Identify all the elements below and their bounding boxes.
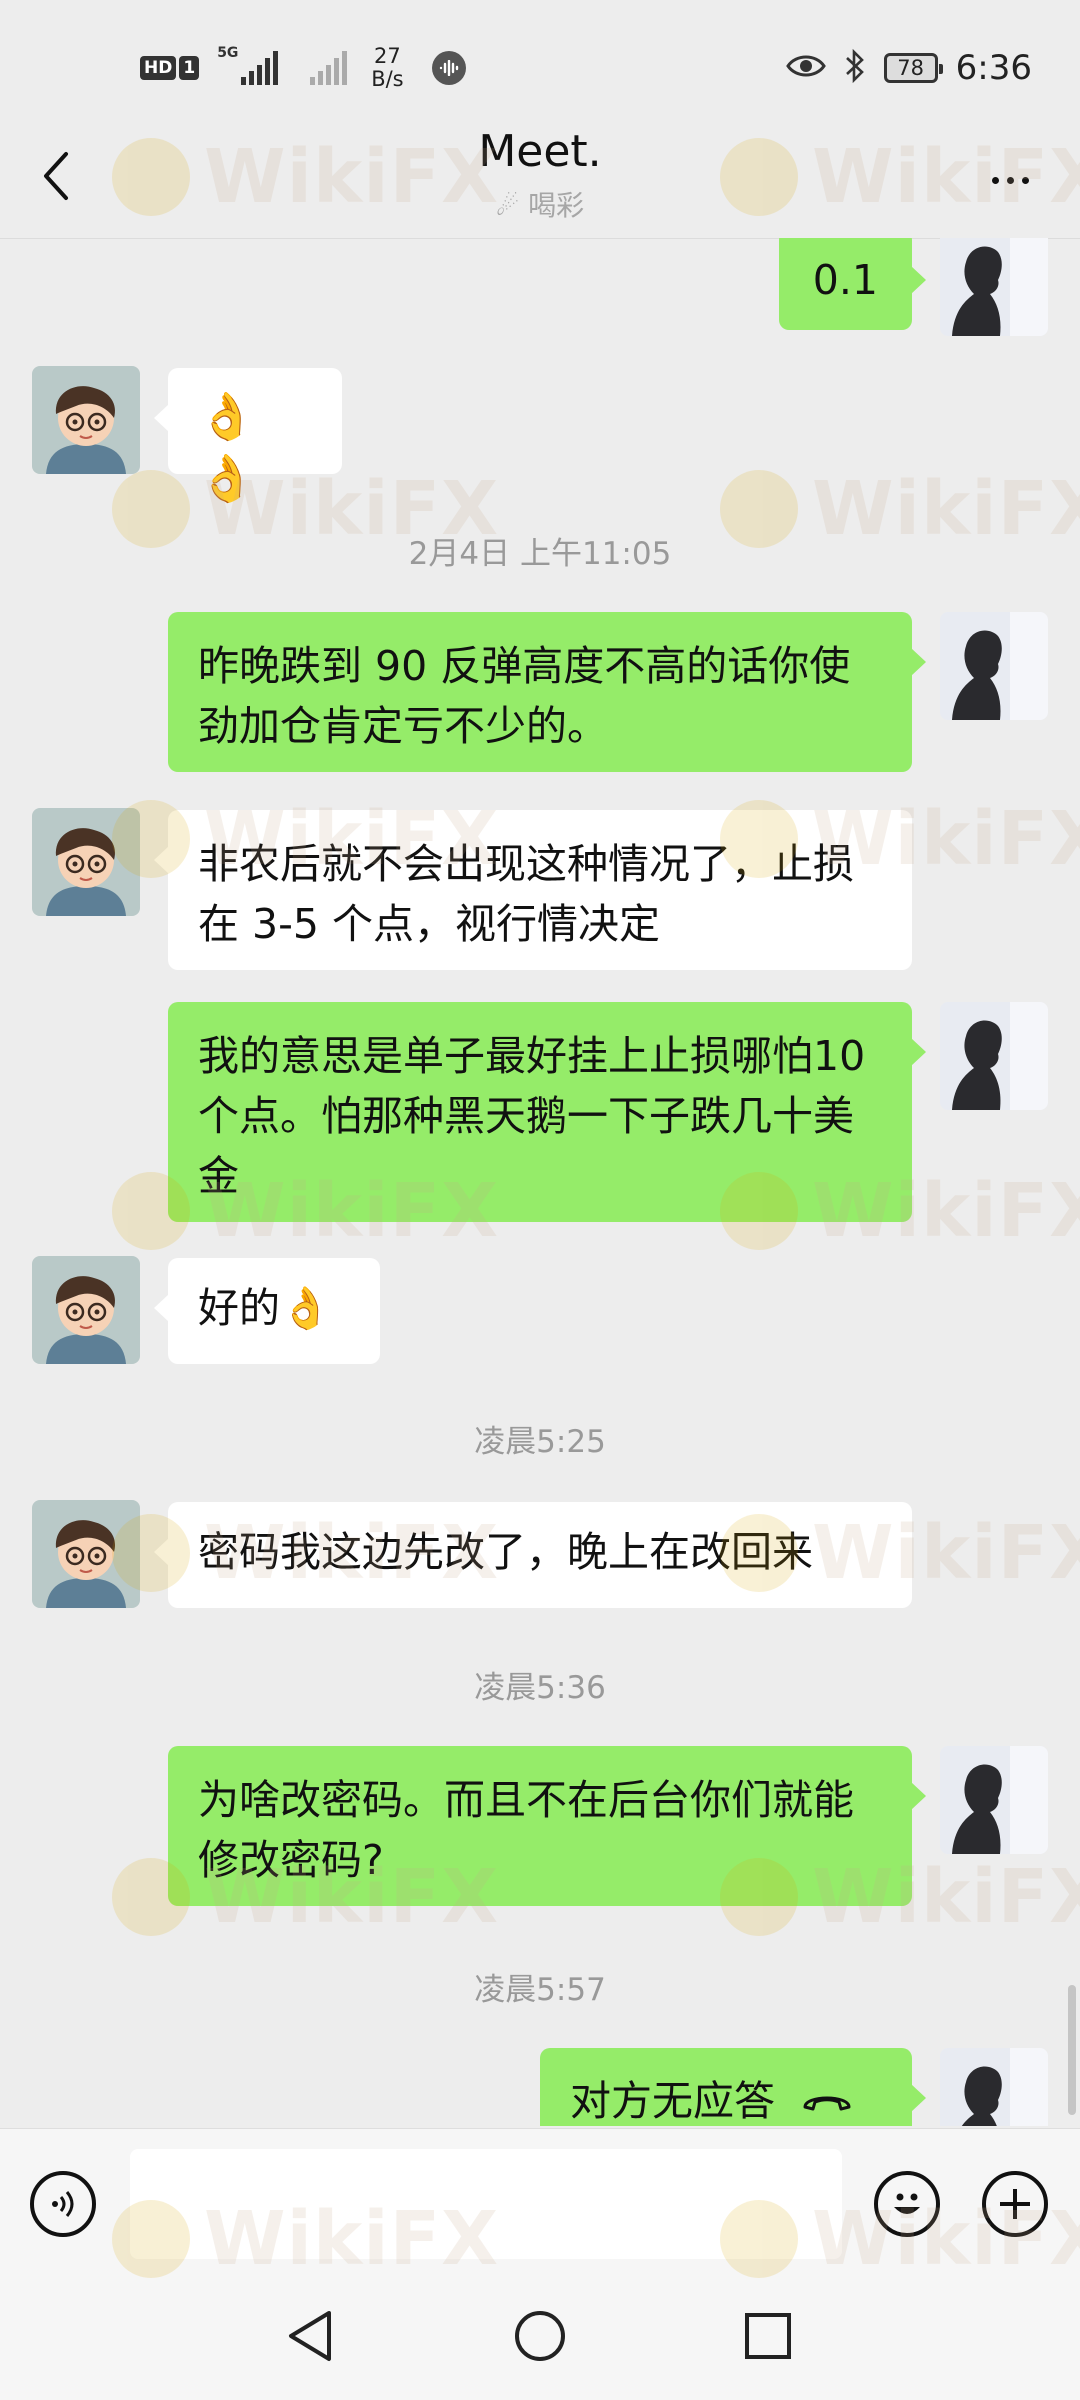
more-dots-icon	[991, 176, 999, 184]
received-message[interactable]: 👌👌	[154, 368, 342, 505]
avatar-contact[interactable]	[32, 1256, 140, 1364]
sent-message[interactable]: 为啥改密码。而且不在后台你们就能修改密码?	[168, 1746, 926, 1906]
avatar-contact[interactable]	[32, 808, 140, 916]
nav-recent-icon	[745, 2313, 791, 2359]
nav-back-icon	[289, 2311, 331, 2361]
avatar-self[interactable]	[940, 612, 1048, 720]
network-speed: 27 B/s	[371, 45, 403, 91]
status-bar: HD 1 5G 27 B/s 78 6:36	[0, 0, 1080, 120]
timestamp: 凌晨5:57	[474, 1972, 606, 2008]
nav-recent-button[interactable]	[738, 2306, 798, 2366]
more-button[interactable]	[980, 160, 1040, 200]
nav-home-button[interactable]	[510, 2306, 570, 2366]
plus-icon	[1000, 2189, 1030, 2219]
chat-title: Meet.	[478, 126, 602, 177]
scrollbar[interactable]	[1068, 1985, 1076, 2115]
soundwave-icon	[431, 51, 466, 85]
eye-icon	[785, 53, 826, 83]
sent-message[interactable]: 昨晚跌到 90 反弹高度不高的话你使劲加仓肯定亏不少的。	[168, 612, 926, 772]
bluetooth-icon	[844, 48, 866, 88]
message-text: 我的意思是单子最好挂上止损哪怕10 个点。怕那种黑天鹅一下子跌几十美金	[198, 1032, 866, 1200]
message-row: 对方无应答	[0, 2048, 1080, 2126]
battery-level: 78	[897, 56, 924, 80]
network-type-label: 5G	[217, 45, 239, 61]
call-message[interactable]: 对方无应答	[540, 2048, 926, 2126]
received-message[interactable]: 密码我这边先改了，晚上在改回来	[154, 1502, 912, 1608]
battery-icon: 78	[883, 53, 943, 83]
message-row: 0.1	[0, 238, 1080, 350]
message-row: 👌👌	[0, 366, 1080, 505]
message-text: 密码我这边先改了，晚上在改回来	[198, 1528, 813, 1576]
chat-screen: HD 1 5G 27 B/s 78 6:36 Meet. ☄ 喝彩 0.1 👌👌…	[0, 0, 1080, 2400]
timestamp: 凌晨5:25	[474, 1424, 606, 1460]
subtitle-icon: ☄	[495, 192, 520, 222]
avatar-contact[interactable]	[32, 1500, 140, 1608]
timestamp: 凌晨5:36	[474, 1670, 606, 1706]
voice-icon	[52, 2191, 74, 2217]
sent-message[interactable]: 我的意思是单子最好挂上止损哪怕10 个点。怕那种黑天鹅一下子跌几十美金	[168, 1002, 926, 1222]
nav-home-icon	[515, 2311, 565, 2361]
emoji-button[interactable]	[874, 2171, 940, 2237]
system-nav-bar	[0, 2276, 1080, 2400]
message-text: 👌👌	[198, 389, 256, 505]
nav-back-button[interactable]	[280, 2306, 340, 2366]
message-text: 昨晚跌到 90 反弹高度不高的话你使劲加仓肯定亏不少的。	[198, 642, 851, 750]
message-row: 为啥改密码。而且不在后台你们就能修改密码?	[0, 1746, 1080, 1916]
emoji-icon	[894, 2193, 920, 2214]
avatar-contact[interactable]	[32, 366, 140, 474]
speed-unit: B/s	[371, 67, 404, 91]
plus-button[interactable]	[982, 2171, 1048, 2237]
subtitle-text: 喝彩	[528, 189, 585, 222]
message-text: 对方无应答	[570, 2077, 775, 2125]
avatar-self[interactable]	[940, 1002, 1048, 1110]
signal-5g-icon: 5G	[217, 45, 279, 85]
chat-subtitle: ☄ 喝彩	[0, 184, 1080, 224]
message-row: 好的👌	[0, 1256, 1080, 1366]
voice-button[interactable]	[30, 2171, 96, 2237]
received-message[interactable]: 好的👌	[154, 1258, 380, 1364]
clock: 6:36	[955, 48, 1032, 88]
sim-label: 1	[179, 56, 200, 80]
phone-hangup-icon	[803, 2096, 851, 2111]
signal-2-icon	[298, 51, 348, 85]
chat-header: Meet. ☄ 喝彩	[0, 120, 1080, 239]
input-bar	[0, 2128, 1080, 2277]
message-text: 非农后就不会出现这种情况了，止损在 3-5 个点，视行情决定	[198, 840, 854, 948]
avatar-self[interactable]	[940, 2048, 1048, 2126]
message-row: 我的意思是单子最好挂上止损哪怕10 个点。怕那种黑天鹅一下子跌几十美金	[0, 1002, 1080, 1232]
message-row: 昨晚跌到 90 反弹高度不高的话你使劲加仓肯定亏不少的。	[0, 612, 1080, 782]
message-text: 好的👌	[198, 1284, 332, 1332]
message-list[interactable]: 0.1 👌👌 2月4日 上午11:05 昨晚跌到 90 反弹高度不高的话你使劲加…	[0, 238, 1080, 2126]
received-message[interactable]: 非农后就不会出现这种情况了，止损在 3-5 个点，视行情决定	[154, 810, 912, 970]
message-input[interactable]	[130, 2149, 842, 2259]
avatar-self[interactable]	[940, 1746, 1048, 1854]
message-row: 非农后就不会出现这种情况了，止损在 3-5 个点，视行情决定	[0, 808, 1080, 978]
hd-badge: HD 1	[140, 56, 200, 80]
message-text: 为啥改密码。而且不在后台你们就能修改密码?	[198, 1776, 854, 1884]
message-text: 0.1	[812, 256, 878, 304]
avatar-self[interactable]	[940, 238, 1048, 336]
timestamp: 2月4日 上午11:05	[408, 536, 672, 572]
hd-label: HD	[140, 56, 177, 80]
speed-value: 27	[374, 44, 401, 68]
sent-message[interactable]: 0.1	[778, 238, 927, 330]
message-row: 密码我这边先改了，晚上在改回来	[0, 1500, 1080, 1610]
